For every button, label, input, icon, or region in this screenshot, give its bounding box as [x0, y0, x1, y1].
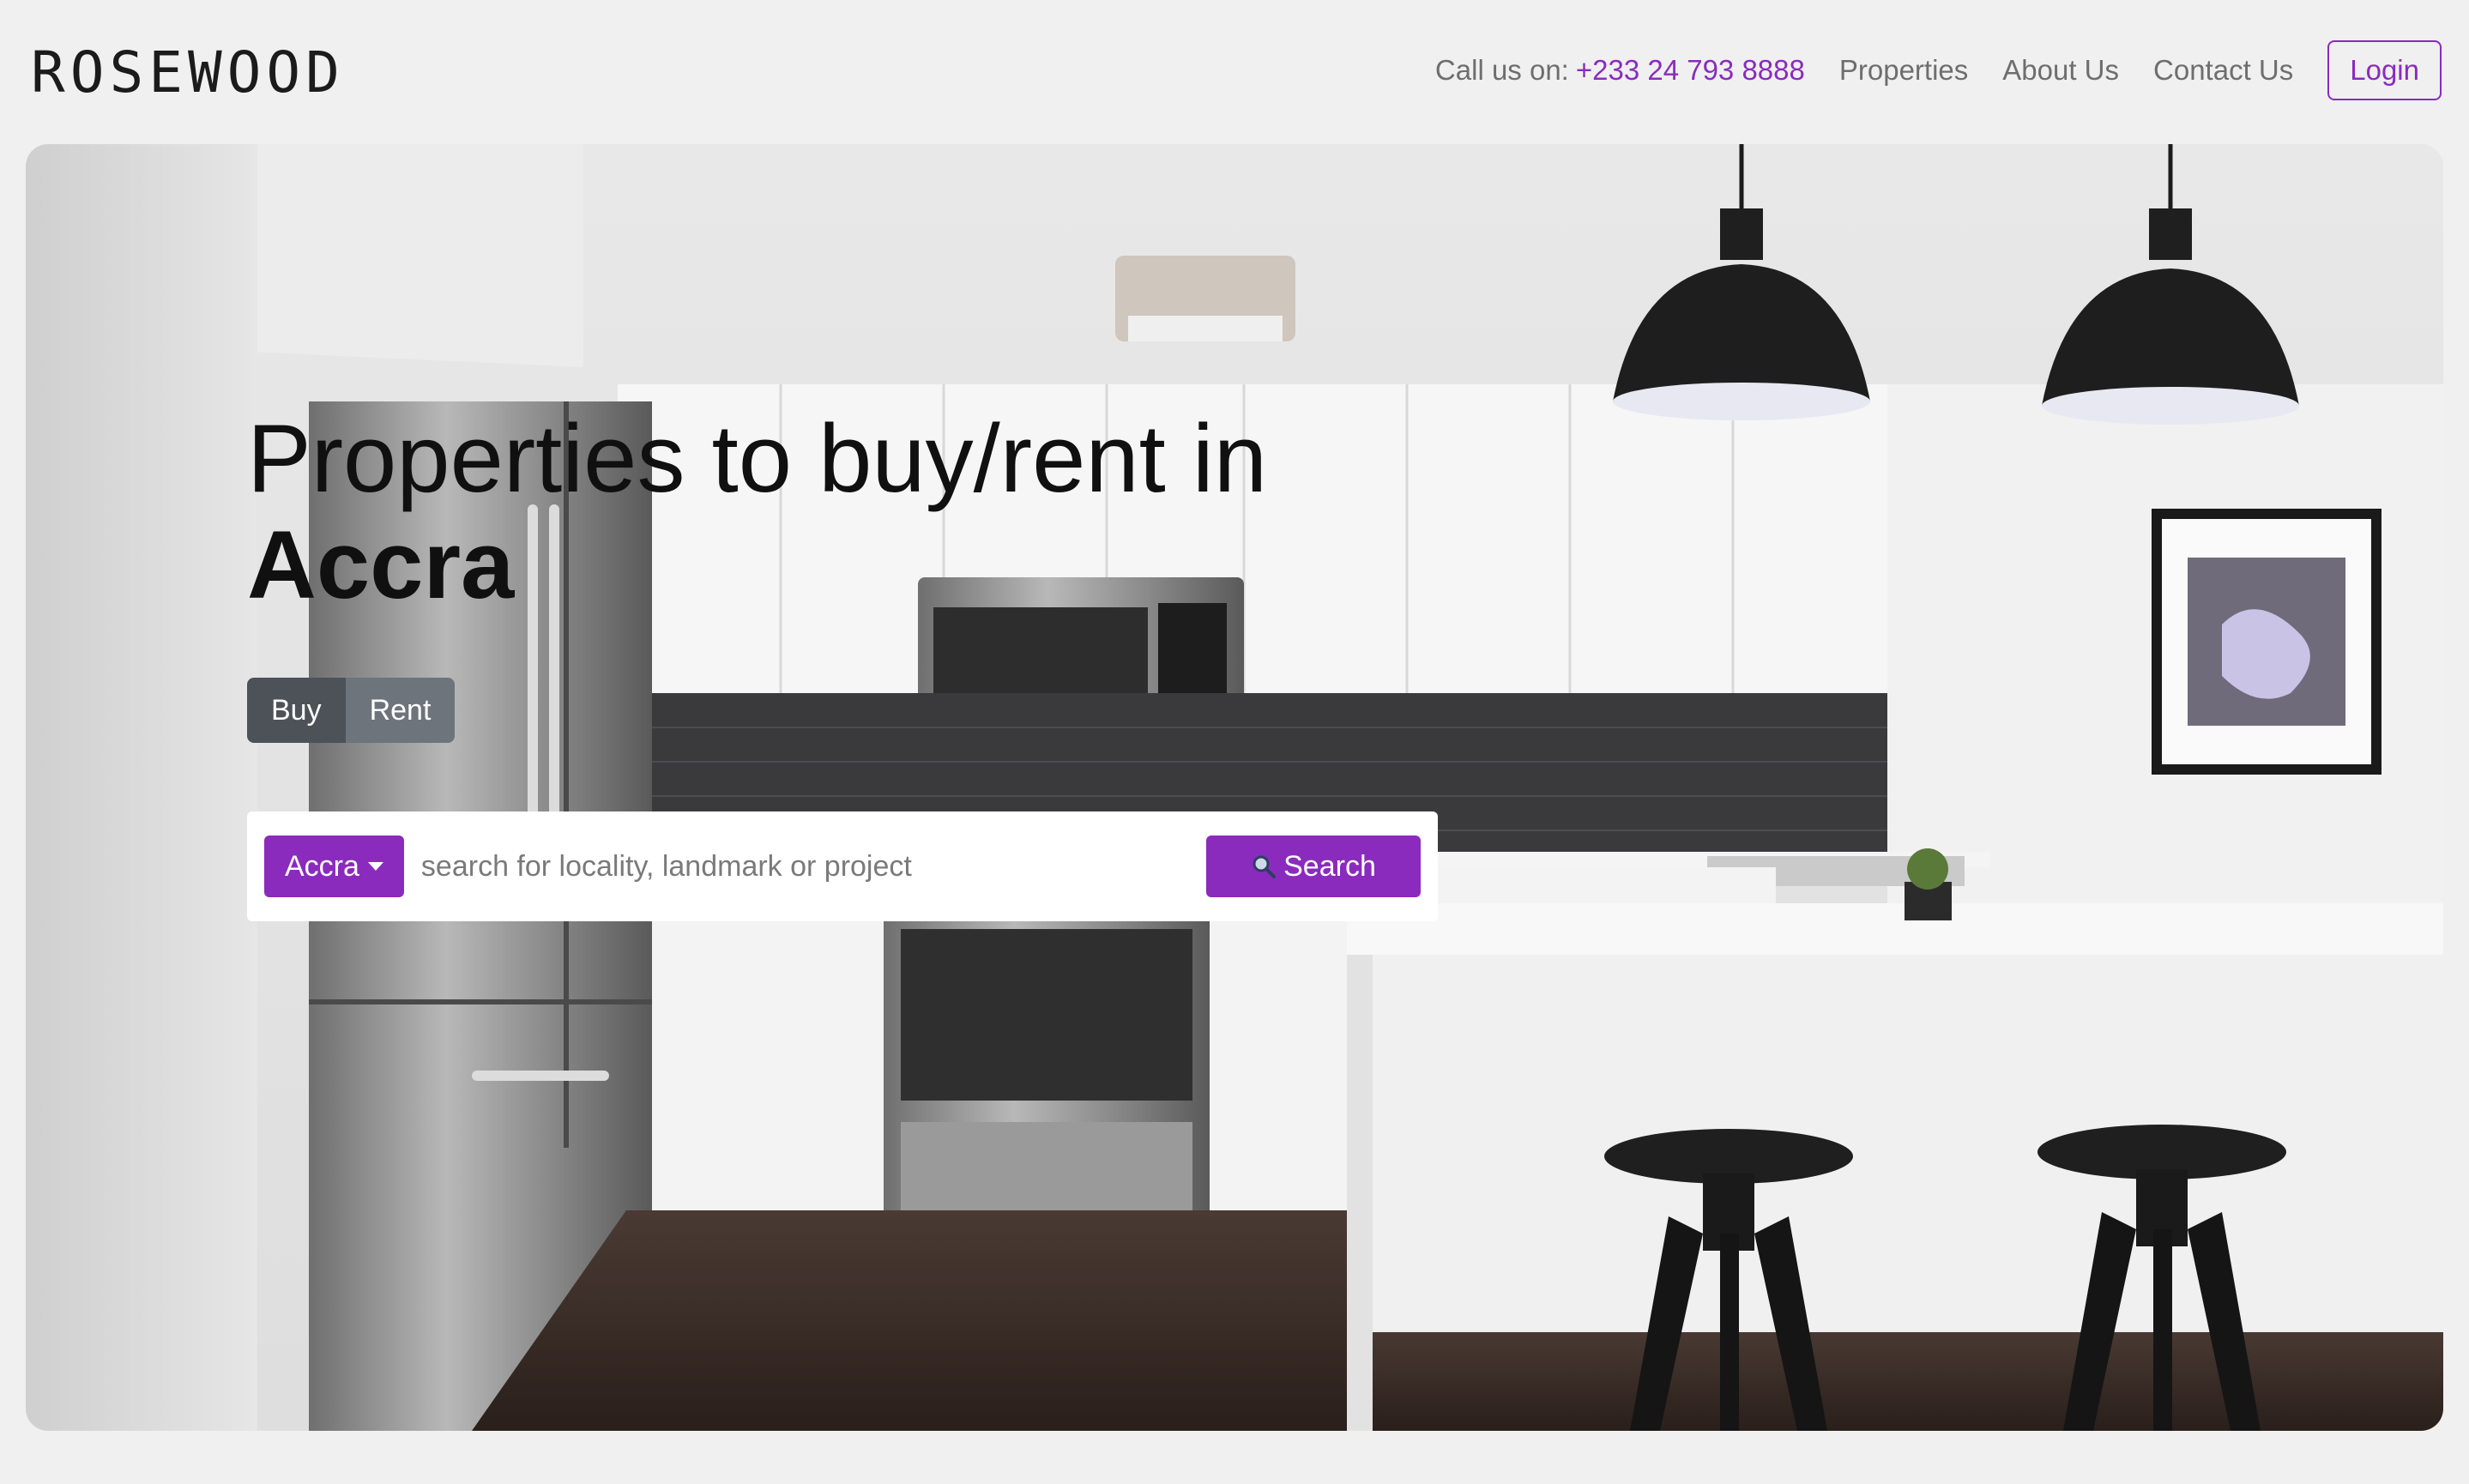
login-button[interactable]: Login: [2327, 40, 2442, 100]
hero-headline: Properties to buy/rent in Accra: [247, 406, 1267, 618]
nav-link-contact-us[interactable]: Contact Us: [2153, 54, 2293, 87]
city-dropdown[interactable]: Accra: [264, 836, 404, 897]
headline-text: Properties to buy/rent in: [247, 405, 1268, 512]
buy-rent-toggle: Buy Rent: [247, 678, 456, 743]
main-nav: Call us on: +233 24 793 8888 Properties …: [1435, 36, 2442, 105]
nav-link-properties[interactable]: Properties: [1839, 54, 1968, 87]
phone-link[interactable]: +233 24 793 8888: [1576, 54, 1805, 87]
search-button-label: Search: [1283, 849, 1376, 883]
tab-rent[interactable]: Rent: [345, 678, 456, 743]
hero-banner: Properties to buy/rent in Accra Buy Rent…: [26, 144, 2443, 1431]
magnifier-icon: [1251, 854, 1277, 879]
tab-buy[interactable]: Buy: [247, 678, 346, 743]
headline-city: Accra: [247, 511, 515, 618]
caret-down-icon: [367, 862, 383, 871]
site-header: ROSeWOOD Call us on: +233 24 793 8888 Pr…: [0, 0, 2469, 144]
call-label: Call us on:: [1434, 54, 1569, 86]
kitchen-background-image: [26, 144, 2443, 1431]
brand-logo[interactable]: ROSeWOOD: [31, 39, 345, 106]
city-dropdown-label: Accra: [285, 849, 359, 883]
nav-link-about-us[interactable]: About Us: [2002, 54, 2119, 87]
property-search-bar: Accra Search: [247, 811, 1438, 921]
call-us: Call us on: +233 24 793 8888: [1435, 54, 1805, 87]
search-input[interactable]: [403, 836, 1206, 897]
search-button[interactable]: Search: [1206, 836, 1421, 897]
